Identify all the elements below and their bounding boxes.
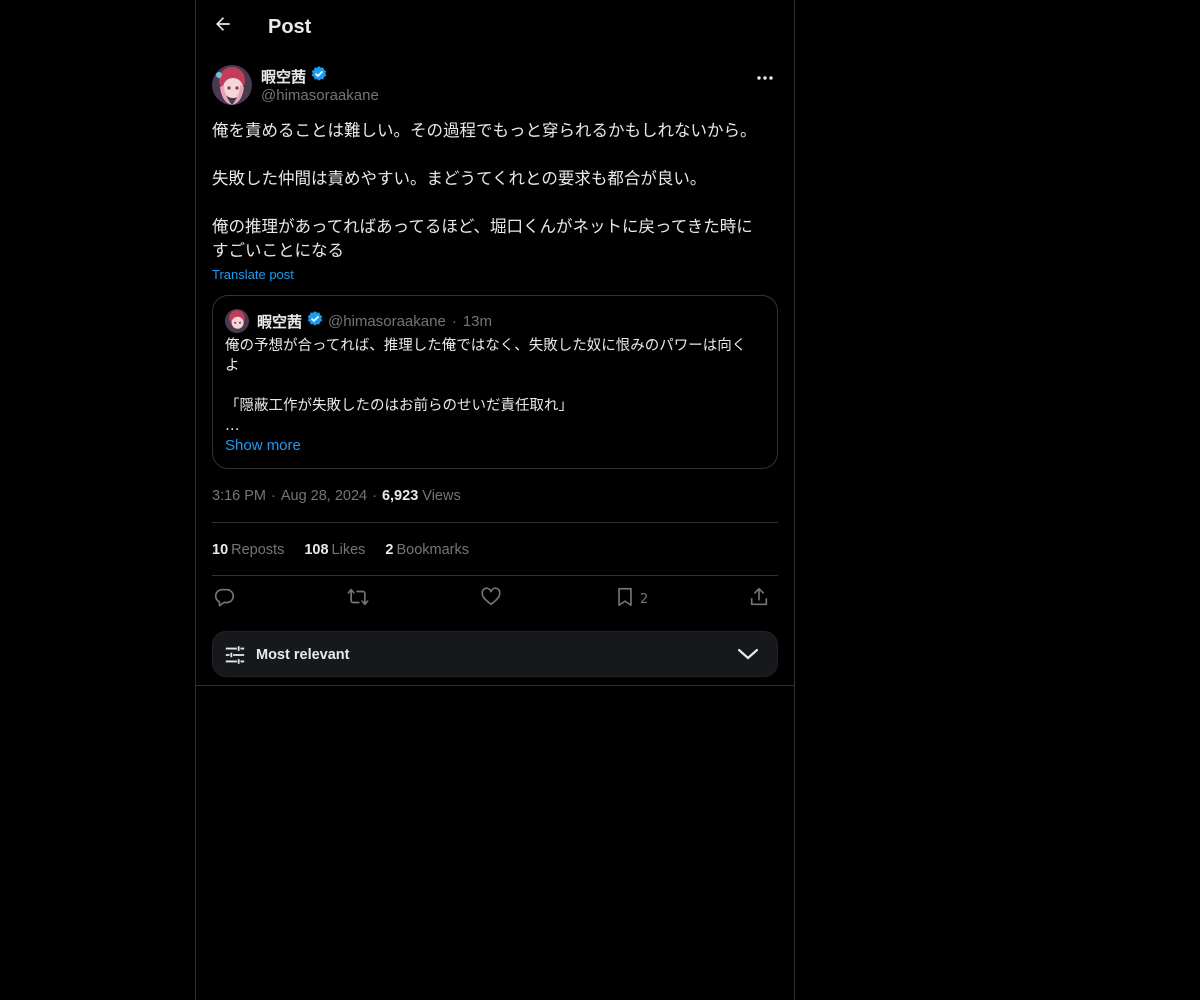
views-label: Views [422,488,461,504]
post-time[interactable]: 3:16 PM [212,486,266,506]
author-handle[interactable]: @himasoraakane [261,86,379,106]
reply-sort-dropdown[interactable]: Most relevant [212,631,778,677]
likes-label: Likes [331,542,366,558]
bookmark-button[interactable]: 2 [614,586,648,612]
post-date[interactable]: Aug 28, 2024 [281,486,367,506]
more-icon [756,66,774,85]
quote-text: 俺の予想が合ってれば、推理した俺ではなく、失敗した奴に恨みのパワーは向く よ 「… [225,338,747,434]
likes-count: 108 [304,542,329,558]
author-name-text: 暇空茜 [261,67,307,86]
bookmarks-label: Bookmarks [396,542,470,558]
separator-dot: · [372,488,377,504]
repost-icon [346,586,370,612]
like-button[interactable] [480,586,502,612]
bookmark-count: 2 [640,591,649,607]
likes-stat[interactable]: 108 Likes [304,540,365,560]
verified-badge-icon [306,310,324,332]
quote-header: 暇空茜 @himasoraakane · 13m [225,309,492,333]
share-button[interactable] [748,586,770,612]
sliders-icon [224,644,246,670]
show-more-link[interactable]: Show more [225,437,301,454]
post-author: 暇空茜 @himasoraakane [212,65,778,107]
share-icon [748,586,770,612]
page-title: Post [268,16,312,38]
bookmarks-count: 2 [385,542,394,558]
divider [212,522,778,523]
divider [212,575,778,576]
reply-button[interactable] [214,586,236,612]
quote-author-name: 暇空茜 [257,312,303,331]
views-count: 6,923 [381,488,419,504]
avatar[interactable] [212,65,252,105]
reposts-count: 10 [212,542,229,558]
bookmark-icon [614,586,636,612]
separator-dot: · [451,312,457,330]
back-arrow-icon [213,14,233,38]
verified-badge-icon [310,65,328,88]
like-icon [480,586,502,612]
more-button[interactable] [752,65,778,85]
header: Post [196,0,794,53]
translate-post-link[interactable]: Translate post [212,266,294,284]
quote-author-handle: @himasoraakane [328,312,446,330]
repost-button[interactable] [346,586,370,612]
post-text: 俺を責めることは難しい。その過程でもっと穿られるかもしれないから。 失敗した仲間… [212,121,757,260]
separator-dot: · [271,488,276,504]
post-meta: 3:16 PM · Aug 28, 2024 · 6,923 Views [212,486,461,506]
reposts-stat[interactable]: 10 Reposts [212,540,284,560]
post-column: Post 暇空茜 @himasoraakane 俺を責めることは難しい。その過程… [195,0,795,1000]
quoted-post[interactable]: 暇空茜 @himasoraakane · 13m 俺の予想が合ってれば、推理した… [212,295,778,469]
thread-divider [196,685,794,686]
reply-icon [214,586,236,612]
views-count-wrap: 6,923 Views [382,486,461,506]
reposts-label: Reposts [231,542,285,558]
quote-timestamp: 13m [462,312,492,330]
bookmarks-stat[interactable]: 2 Bookmarks [385,540,469,560]
author-name[interactable]: 暇空茜 [261,65,328,88]
sort-label: Most relevant [256,647,350,663]
chevron-down-icon [737,645,759,667]
quote-avatar [225,309,249,333]
engagement-stats: 10 Reposts 108 Likes 2 Bookmarks [212,540,469,560]
action-bar: 2 [212,586,778,612]
back-button[interactable] [206,9,240,43]
